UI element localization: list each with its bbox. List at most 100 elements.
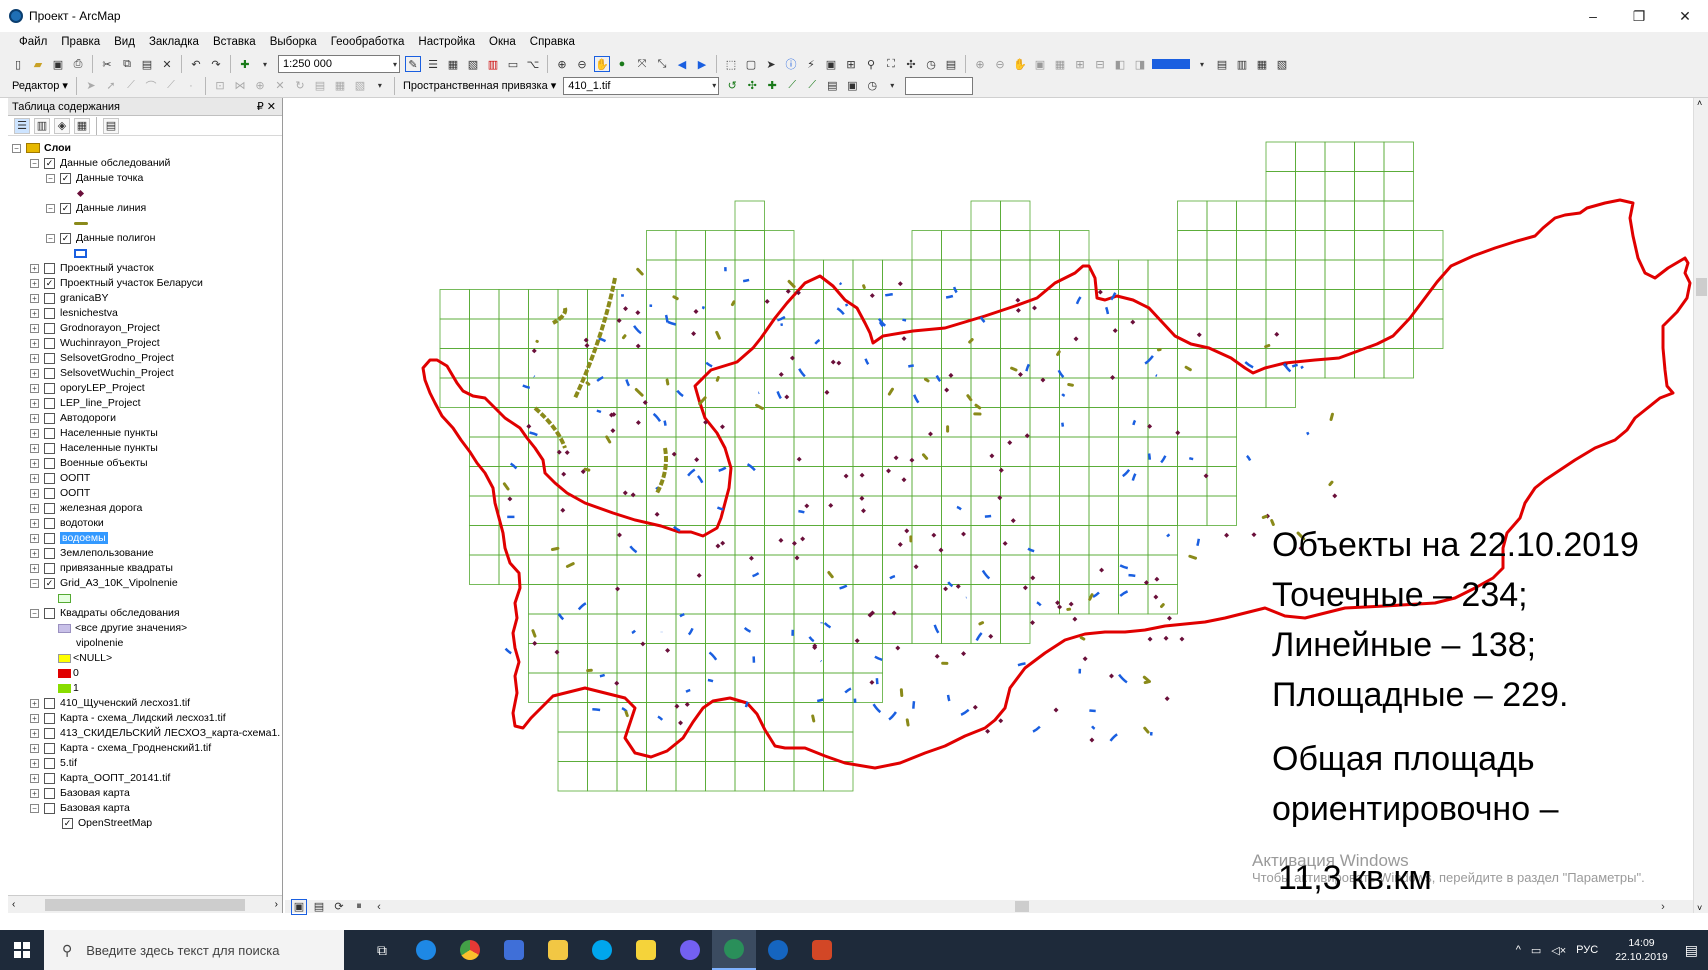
layer-row[interactable]: + Grodnorayon_Project (30, 320, 160, 336)
menu-geoprocessing[interactable]: Геообработка (324, 36, 412, 48)
taskbar-chrome[interactable] (448, 930, 492, 970)
undo-icon[interactable]: ↶ (188, 56, 204, 72)
layer-row[interactable]: − Квадраты обследования (30, 605, 180, 621)
list-by-source-icon[interactable]: ▥ (34, 117, 50, 134)
georef-layer-combobox[interactable]: 410_1.tif ▾ (563, 76, 720, 95)
layer-row[interactable]: + lesnichestva (30, 305, 118, 321)
rotation-input[interactable] (905, 76, 974, 95)
layer-row[interactable]: + водотоки (30, 515, 104, 531)
collapse-icon[interactable]: − (46, 233, 55, 243)
layer-checkbox[interactable] (44, 292, 55, 304)
endpoint-arc-icon[interactable]: ⌒ (143, 78, 159, 94)
expand-icon[interactable]: + (30, 788, 39, 798)
layer-checkbox[interactable] (44, 337, 55, 349)
expand-icon[interactable]: + (30, 338, 39, 348)
expand-icon[interactable]: + (30, 353, 39, 363)
scrollbar-thumb[interactable] (1696, 278, 1707, 296)
layer-checkbox[interactable] (44, 457, 55, 469)
task-view-button[interactable]: ⧉ (360, 930, 404, 970)
collapse-icon[interactable]: − (46, 203, 55, 213)
reshape-icon[interactable]: ⋈ (232, 78, 248, 94)
collapse-icon[interactable]: − (30, 803, 39, 813)
zoom-out-icon[interactable]: ⊖ (574, 56, 590, 72)
create-viewer-icon[interactable]: ▤ (943, 56, 959, 72)
go-to-xy-icon[interactable]: ✣ (903, 56, 919, 72)
edit-vertices-icon[interactable]: ⊡ (212, 78, 228, 94)
find-route-icon[interactable]: ⛶ (883, 56, 899, 72)
list-by-drawing-order-icon[interactable]: ☰ (14, 117, 30, 134)
layer-checkbox[interactable] (44, 727, 55, 739)
layer-checkbox[interactable] (44, 697, 55, 709)
taskbar-edge[interactable] (404, 930, 448, 970)
expand-icon[interactable]: + (30, 443, 39, 453)
toc-horizontal-scrollbar[interactable]: ‹ › (8, 895, 282, 913)
view-link-table-icon[interactable]: ▤ (824, 78, 840, 94)
layout-pan-icon[interactable]: ✋ (1012, 56, 1028, 72)
minimize-button[interactable]: – (1570, 0, 1616, 32)
new-document-icon[interactable]: ▯ (10, 56, 26, 72)
layer-row[interactable]: +410_Щученский лесхоз1.tif (30, 695, 190, 711)
delete-icon[interactable]: ✕ (159, 56, 175, 72)
pause-drawing-icon[interactable]: ⏸ (351, 899, 367, 915)
html-popup-icon[interactable]: ▣ (823, 56, 839, 72)
chevron-down-icon[interactable]: ▾ (884, 78, 900, 94)
add-control-points-icon[interactable]: ✚ (764, 78, 780, 94)
layer-checkbox[interactable] (44, 772, 55, 784)
measure-icon[interactable]: ⊞ (843, 56, 859, 72)
layer-row[interactable]: + Карта - схема_Лидский лесхоз1.tif (30, 710, 226, 726)
menu-windows[interactable]: Окна (482, 36, 523, 48)
cut-icon[interactable]: ✂ (99, 56, 115, 72)
expand-icon[interactable]: + (30, 473, 39, 483)
layer-checkbox[interactable]: ✓ (62, 817, 73, 829)
python-window-icon[interactable]: ▭ (505, 56, 521, 72)
taskbar-viber[interactable] (668, 930, 712, 970)
expand-icon[interactable]: + (30, 503, 39, 513)
expand-icon[interactable]: + (30, 428, 39, 438)
chevron-up-icon[interactable]: ^ (1516, 944, 1521, 956)
expand-icon[interactable]: + (30, 743, 39, 753)
layer-row[interactable]: + Карта_ООПТ_20141.tif (30, 770, 170, 786)
redo-icon[interactable]: ↷ (208, 56, 224, 72)
collapse-icon[interactable]: − (12, 143, 21, 153)
attributes-icon[interactable]: ▤ (312, 78, 328, 94)
expand-icon[interactable]: + (30, 278, 39, 288)
taskbar-arcmap[interactable] (712, 930, 756, 970)
layer-row[interactable]: − ✓ Данные линия (46, 200, 146, 216)
layout-fixed-in-icon[interactable]: ⊞ (1072, 56, 1088, 72)
layout-fixed-out-icon[interactable]: ⊟ (1092, 56, 1108, 72)
layer-checkbox[interactable] (44, 472, 55, 484)
pan-hand-icon[interactable]: ✋ (594, 56, 610, 72)
taskbar-sticky-notes[interactable] (624, 930, 668, 970)
hyperlink-icon[interactable]: ⚡ (803, 56, 819, 72)
layer-row[interactable]: + SelsovetWuchin_Project (30, 365, 174, 381)
view-link-icon[interactable]: ▣ (844, 78, 860, 94)
layer-checkbox[interactable]: ✓ (60, 232, 71, 244)
input-language[interactable]: РУС (1576, 944, 1598, 956)
options-icon[interactable]: ▤ (103, 117, 119, 134)
layer-checkbox[interactable] (44, 742, 55, 754)
layer-checkbox[interactable] (44, 397, 55, 409)
model-builder-icon[interactable]: ⌥ (525, 56, 541, 72)
time-slider-icon[interactable]: ◷ (923, 56, 939, 72)
paste-icon[interactable]: ▤ (139, 56, 155, 72)
layer-row[interactable]: + привязанные квадраты (30, 560, 173, 576)
cut-polygons-icon[interactable]: ⊕ (252, 78, 268, 94)
layer-row[interactable]: +413_СКИДЕЛЬСКИЙ ЛЕСХОЗ_карта-схема1. (30, 725, 280, 741)
expand-icon[interactable]: + (30, 368, 39, 378)
toc-pin-close[interactable]: ₽ ✕ (257, 100, 276, 113)
layer-row[interactable]: + Автодороги (30, 410, 116, 426)
zoom-to-link-icon[interactable]: ⟋ (804, 78, 820, 94)
data-driven-pages-icon[interactable]: ▧ (1274, 56, 1290, 72)
scroll-right-icon[interactable]: › (275, 899, 278, 910)
sketch-properties-icon[interactable]: ▦ (332, 78, 348, 94)
collapse-icon[interactable]: − (46, 173, 55, 183)
layout-zoom-level-icon[interactable] (1152, 59, 1190, 69)
expand-icon[interactable]: + (30, 728, 39, 738)
select-link-icon[interactable]: ⟋ (784, 78, 800, 94)
expand-icon[interactable]: + (30, 398, 39, 408)
zoom-whole-page-icon[interactable]: ▣ (1032, 56, 1048, 72)
expand-icon[interactable]: + (30, 548, 39, 558)
expand-icon[interactable]: + (30, 563, 39, 573)
layout-view-icon[interactable]: ▤ (311, 899, 327, 915)
arctoolbox-icon[interactable]: ▥ (485, 56, 501, 72)
